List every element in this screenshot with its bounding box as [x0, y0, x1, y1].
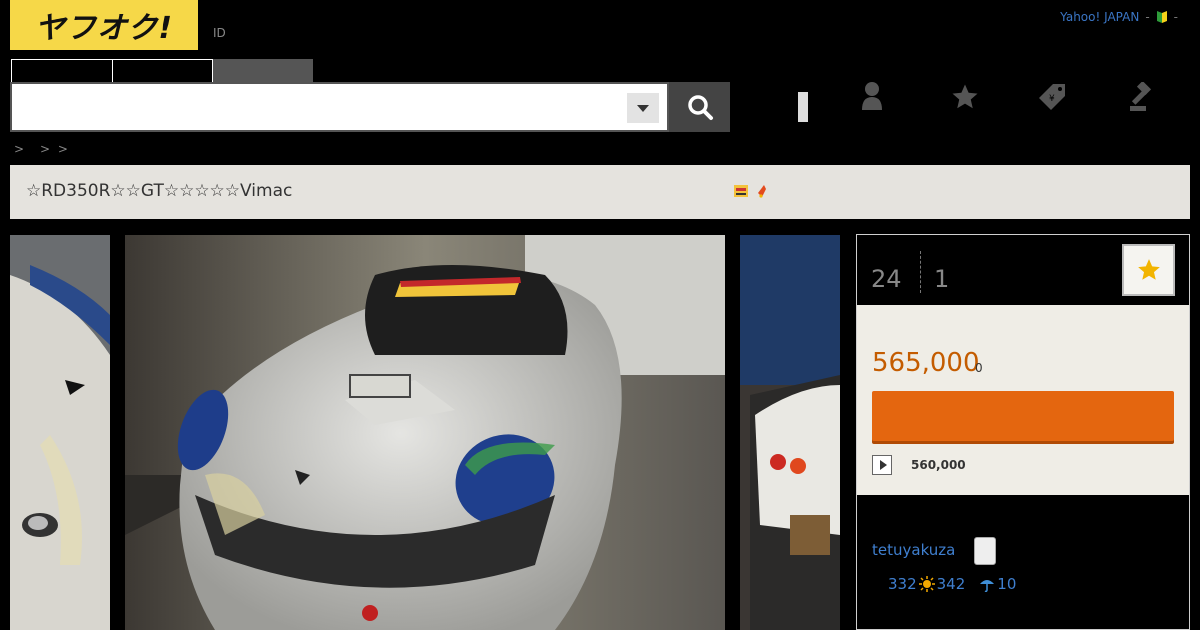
id-link[interactable]: ID	[213, 26, 226, 40]
search-icon	[687, 95, 713, 120]
hot-icon	[758, 185, 766, 198]
category-dropdown[interactable]	[627, 93, 659, 123]
auction-gavel-icon[interactable]	[1128, 80, 1158, 116]
chevron-down-icon	[637, 104, 649, 112]
bid-count: 24	[871, 265, 902, 293]
search-tab-1[interactable]	[11, 59, 112, 83]
time-left: 1	[934, 265, 950, 293]
top-links: Yahoo! JAPAN - -	[1060, 10, 1178, 24]
search-tab-2[interactable]	[112, 59, 213, 83]
yahoo-japan-link[interactable]: Yahoo! JAPAN	[1060, 10, 1139, 24]
next-photo-thumbnail[interactable]	[740, 235, 840, 630]
umbrella-icon	[980, 580, 995, 592]
search-bar	[10, 82, 730, 132]
search-input[interactable]	[10, 82, 669, 132]
rating-total[interactable]: 332	[888, 575, 917, 593]
notification-icon[interactable]	[798, 92, 808, 126]
logo-text: ヤフオク!	[34, 11, 174, 46]
breadcrumb[interactable]: > > >	[14, 140, 70, 157]
seller-badge[interactable]	[974, 537, 996, 565]
seller-ratings[interactable]: 332 342 10	[888, 575, 1016, 593]
sun-icon	[918, 576, 935, 592]
rating-bad[interactable]: 10	[997, 575, 1016, 593]
buy-now-play-button[interactable]	[872, 455, 892, 475]
play-icon	[879, 460, 887, 470]
separator: -	[1173, 10, 1178, 24]
search-tab-3[interactable]	[213, 59, 313, 83]
price-tax-note: 0	[975, 361, 983, 375]
beginner-leaf-icon[interactable]	[1156, 10, 1168, 24]
divider	[920, 251, 921, 293]
main-photo[interactable]	[125, 235, 725, 630]
watchlist-button[interactable]	[1122, 244, 1175, 296]
svg-text:¥: ¥	[1049, 94, 1055, 104]
search-tabs	[11, 59, 313, 83]
price-box: 565,000 0 560,000	[857, 305, 1189, 495]
user-icon[interactable]	[860, 80, 884, 114]
separator: -	[1145, 10, 1150, 24]
star-icon[interactable]	[950, 82, 980, 116]
auction-meta: 24 1	[857, 235, 1189, 305]
title-icons	[734, 183, 774, 203]
current-price: 565,000	[872, 348, 980, 378]
seller-name-link[interactable]: tetuyakuza	[872, 541, 955, 559]
listing-title: ☆RD350R☆☆GT☆☆☆☆☆Vimac	[26, 181, 293, 201]
auction-info-panel: 24 1 565,000 0 560,000 tetuyakuza 332 34…	[856, 234, 1190, 630]
rating-good[interactable]: 342	[937, 575, 966, 593]
header-nav: ¥	[790, 80, 1170, 130]
listing-title-bar: ☆RD350R☆☆GT☆☆☆☆☆Vimac	[10, 165, 1190, 219]
prev-photo-thumbnail[interactable]	[10, 235, 110, 630]
buy-now-price: 560,000	[911, 458, 966, 472]
star-icon	[1137, 259, 1160, 280]
yahoo-auction-logo[interactable]: ヤフオク!	[10, 0, 198, 50]
tag-icon[interactable]: ¥	[1035, 80, 1069, 116]
bid-button[interactable]	[872, 391, 1174, 441]
search-button[interactable]	[669, 82, 730, 132]
new-badge-icon	[734, 185, 748, 197]
